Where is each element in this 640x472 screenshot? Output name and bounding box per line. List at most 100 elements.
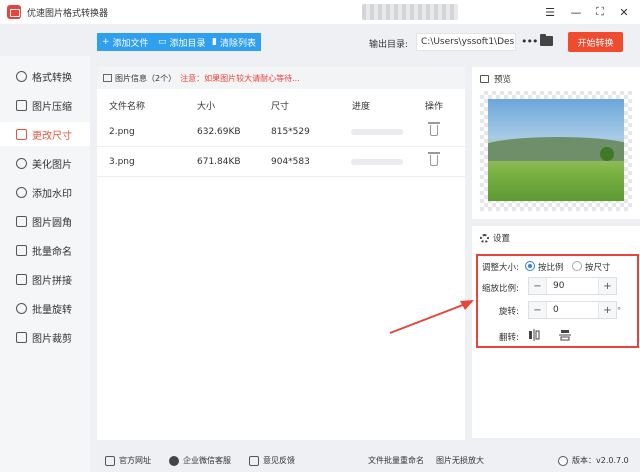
image-icon — [103, 74, 112, 82]
title-bar: 优速图片格式转换器 ☰ — ⛶ ✕ — [0, 0, 640, 24]
rotate-label: 旋转: — [499, 307, 519, 317]
by-size-radio[interactable] — [572, 261, 582, 271]
by-size-label[interactable]: 按尺寸 — [585, 261, 611, 273]
ratio-stepper[interactable]: − 90 + — [528, 277, 617, 295]
resize-icon — [16, 128, 27, 140]
preview-image — [488, 99, 624, 201]
rotate-value[interactable]: 0 — [546, 302, 599, 318]
add-directory-label: 添加目录 — [169, 38, 206, 49]
annotation-arrow — [389, 300, 474, 334]
progress-bar — [351, 129, 403, 135]
sidebar-item-label: 格式转换 — [32, 72, 72, 84]
close-button[interactable]: ✕ — [615, 3, 633, 21]
table-row[interactable]: 3.png 671.84KB 904*583 — [97, 147, 465, 177]
sidebar-item-label: 美化图片 — [32, 159, 72, 171]
sidebar-item-watermark[interactable]: 添加水印 — [0, 180, 90, 204]
output-path-field[interactable]: C:\Users\yssoft1\Deskt — [416, 33, 516, 51]
sidebar-item-batch-rename[interactable]: 批量命名 — [0, 238, 90, 262]
column-header-progress: 进度 — [352, 102, 371, 112]
delete-icon[interactable] — [428, 152, 440, 166]
output-dir-label: 输出目录: — [369, 40, 409, 50]
sidebar-item-crop[interactable]: 图片裁剪 — [0, 325, 90, 349]
sidebar-item-resize[interactable]: 更改尺寸 — [0, 122, 90, 146]
preview-tree — [600, 147, 614, 161]
version-label: 版本：v2.0.7.0 — [572, 456, 629, 465]
batch-rename-link[interactable]: 文件批量重命名 — [368, 455, 424, 466]
by-ratio-radio[interactable] — [525, 261, 535, 271]
increment-button[interactable]: + — [599, 278, 616, 294]
wechat-label: 企业微信客服 — [183, 456, 231, 465]
version-info[interactable]: 版本：v2.0.7.0 — [558, 455, 629, 466]
preview-title-label: 预览 — [494, 75, 512, 85]
sidebar-item-compress[interactable]: 图片压缩 — [0, 93, 90, 117]
lossless-enlarge-link[interactable]: 图片无损放大 — [436, 455, 484, 466]
rotate-stepper[interactable]: − 0 + — [528, 301, 617, 319]
sidebar-item-label: 图片圆角 — [32, 217, 72, 229]
decrement-button[interactable]: − — [529, 278, 546, 294]
beautify-icon — [16, 157, 27, 169]
add-file-label: 添加文件 — [112, 38, 149, 49]
ratio-label: 缩放比例: — [482, 284, 519, 294]
settings-title-label: 设置 — [493, 234, 511, 244]
ratio-value[interactable]: 90 — [546, 278, 599, 294]
start-convert-button[interactable]: 开始转换 — [568, 32, 623, 52]
gear-icon — [480, 233, 489, 243]
increment-button[interactable]: + — [599, 302, 616, 318]
sidebar-item-label: 批量命名 — [32, 246, 72, 258]
wechat-icon — [169, 455, 179, 466]
minimize-button[interactable]: — — [567, 3, 585, 21]
app-logo-icon — [7, 5, 21, 19]
folder-icon: ▭ — [158, 37, 167, 47]
wait-notice: 注意：如果图片较大请耐心等待... — [180, 73, 300, 83]
maximize-button[interactable]: ⛶ — [591, 3, 609, 21]
degree-symbol: ° — [617, 306, 621, 315]
table-row[interactable]: 2.png 632.69KB 815*529 — [97, 117, 465, 147]
file-name: 2.png — [109, 127, 135, 137]
batch-rename-label: 文件批量重命名 — [368, 456, 424, 465]
file-name: 3.png — [109, 157, 135, 167]
column-header-action: 操作 — [425, 102, 444, 112]
update-icon — [558, 455, 568, 466]
settings-title: 设置 — [480, 232, 510, 244]
trash-icon: ▮ — [212, 37, 217, 47]
sidebar-item-format-convert[interactable]: 格式转换 — [0, 64, 90, 88]
footer-bar: 官方网址 企业微信客服 意见反馈 文件批量重命名 图片无损放大 版本：v2.0.… — [97, 450, 640, 472]
file-info-bar: 图片信息（2个） 注意：如果图片较大请耐心等待... — [97, 67, 465, 89]
sidebar-item-label: 图片压缩 — [32, 101, 72, 113]
sidebar-item-rotate[interactable]: 批量旋转 — [0, 296, 90, 320]
add-directory-button[interactable]: ▭ 添加目录 — [153, 33, 211, 51]
lossless-enlarge-label: 图片无损放大 — [436, 456, 484, 465]
file-dimensions: 815*529 — [271, 127, 310, 137]
feedback-icon — [249, 455, 259, 466]
wechat-link[interactable]: 企业微信客服 — [169, 455, 231, 466]
feedback-label: 意见反馈 — [263, 456, 295, 465]
decrement-button[interactable]: − — [529, 302, 546, 318]
feedback-link[interactable]: 意见反馈 — [249, 455, 295, 466]
sidebar-item-beautify[interactable]: 美化图片 — [0, 151, 90, 175]
sidebar: 格式转换 图片压缩 更改尺寸 美化图片 添加水印 图片圆角 批量命名 图片拼接 … — [0, 56, 90, 472]
app-title: 优速图片格式转换器 — [27, 8, 109, 19]
by-ratio-label[interactable]: 按比例 — [538, 261, 564, 273]
file-size: 671.84KB — [197, 157, 241, 167]
monitor-icon — [105, 455, 115, 466]
sidebar-item-round-corner[interactable]: 图片圆角 — [0, 209, 90, 233]
flip-vertical-icon[interactable] — [558, 328, 572, 342]
delete-icon[interactable] — [428, 122, 440, 136]
user-account-area[interactable] — [362, 4, 458, 20]
website-link[interactable]: 官方网址 — [105, 455, 151, 466]
sidebar-item-label: 更改尺寸 — [32, 130, 72, 142]
progress-bar — [351, 159, 403, 165]
plus-icon: + — [102, 37, 110, 47]
file-dimensions: 904*583 — [271, 157, 310, 167]
browse-more-button[interactable]: ••• — [521, 35, 538, 48]
clear-list-button[interactable]: ▮ 清除列表 — [207, 33, 261, 51]
open-folder-icon[interactable] — [540, 34, 553, 46]
sidebar-item-stitch[interactable]: 图片拼接 — [0, 267, 90, 291]
clear-list-label: 清除列表 — [219, 38, 256, 49]
menu-icon[interactable]: ☰ — [541, 3, 559, 21]
add-file-button[interactable]: + 添加文件 — [97, 33, 154, 51]
preview-icon — [480, 75, 489, 83]
flip-horizontal-icon[interactable] — [527, 328, 541, 342]
rename-icon — [16, 244, 27, 256]
sidebar-item-label: 批量旋转 — [32, 304, 72, 316]
